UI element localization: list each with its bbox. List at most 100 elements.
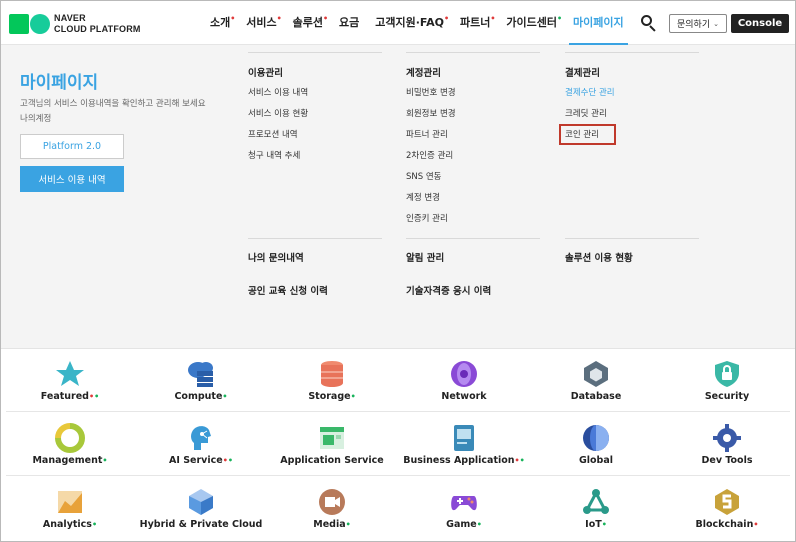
product-category-database[interactable]: Database: [530, 350, 662, 410]
payment-link-credit[interactable]: 크레딧 관리: [565, 107, 607, 119]
main-nav: 소개 • 서비스 • 솔루션 • 요금 고객지원·FAQ • 파트너 • 가이드센터 • 마이페이지: [202, 1, 632, 45]
product-category-label: AI Service••: [169, 455, 233, 466]
product-category-storage[interactable]: Storage•: [266, 350, 398, 410]
product-category-dev-tools[interactable]: Dev Tools: [661, 414, 793, 474]
product-category-ai-service[interactable]: AI Service••: [135, 414, 267, 474]
search-icon[interactable]: [641, 15, 657, 32]
naver-cloud-logo[interactable]: NAVER CLOUD PLATFORM: [9, 13, 141, 35]
browser-frame: NAVER CLOUD PLATFORM 소개 • 서비스 • 솔루션 • 요금 고객지원·FA…: [0, 0, 796, 542]
nav-item-3[interactable]: 요금: [331, 1, 367, 45]
badge-dot-icon: •: [519, 456, 525, 465]
product-category-label: Business Application••: [403, 455, 525, 466]
account-link-change-account[interactable]: 계정 변경: [406, 191, 440, 203]
mypage-mega-menu: 마이페이지 고객님의 서비스 이용내역을 확인하고 관리해 보세요 나의계정 P…: [1, 45, 795, 349]
ai-head-icon: [186, 423, 216, 453]
network-icon: [449, 359, 479, 389]
nav-item-label: 요금: [339, 16, 360, 29]
inquiries-section: 나의 문의내역 공인 교육 신청 이력: [248, 238, 382, 298]
book-icon: [449, 423, 479, 453]
account-link-auth-key[interactable]: 인증키 관리: [406, 212, 448, 224]
payment-link-method[interactable]: 결제수단 관리: [565, 86, 615, 98]
product-category-label: Network: [441, 391, 487, 402]
account-link-partner[interactable]: 파트너 관리: [406, 128, 448, 140]
product-category-featured[interactable]: Featured••: [4, 350, 136, 410]
console-button[interactable]: Console: [731, 14, 789, 33]
product-category-media[interactable]: Media•: [266, 478, 398, 538]
inquiry-dropdown-button[interactable]: 문의하기 ⌄: [669, 14, 727, 33]
product-category-label: Storage•: [308, 391, 356, 402]
notification-section: 알림 관리 기술자격증 응시 이력: [406, 238, 540, 298]
usage-link-billing-trend[interactable]: 청구 내역 추세: [248, 149, 300, 161]
solution-section: 솔루션 이용 현황: [565, 238, 699, 298]
nav-item-label: 가이드센터: [506, 16, 558, 29]
gamepad-icon: [449, 487, 479, 517]
product-category-global[interactable]: Global: [530, 414, 662, 474]
product-category-security[interactable]: Security: [661, 350, 793, 410]
globe-icon: [581, 423, 611, 453]
education-history-link[interactable]: 공인 교육 신청 이력: [248, 283, 328, 297]
account-link-sns[interactable]: SNS 연동: [406, 170, 442, 182]
badge-dot-icon: •: [222, 392, 228, 401]
blockchain-icon: [712, 487, 742, 517]
service-history-button[interactable]: 서비스 이용 내역: [20, 166, 124, 192]
product-category-iot[interactable]: IoT•: [530, 478, 662, 538]
usage-link-service-status[interactable]: 서비스 이용 현황: [248, 107, 308, 119]
platform-version-button[interactable]: Platform 2.0: [20, 134, 124, 159]
notification-settings-link[interactable]: 알림 관리: [406, 250, 444, 264]
product-category-compute[interactable]: Compute•: [135, 350, 267, 410]
usage-link-service-history[interactable]: 서비스 이용 내역: [248, 86, 308, 98]
badge-dot-icon: •: [91, 520, 98, 529]
star-icon: [55, 359, 85, 389]
logo-mark-icon: [9, 14, 50, 34]
iot-icon: [581, 487, 611, 517]
nav-item-label: 고객지원·FAQ: [375, 16, 445, 29]
logo-text: NAVER CLOUD PLATFORM: [54, 13, 141, 34]
nav-item-6[interactable]: 가이드센터 •: [498, 1, 565, 45]
account-link-password[interactable]: 비밀번호 변경: [406, 86, 456, 98]
product-category-management[interactable]: Management•: [4, 414, 136, 474]
mypage-description: 고객님의 서비스 이용내역을 확인하고 관리해 보세요 나의계정: [20, 99, 206, 124]
nav-item-1[interactable]: 서비스 •: [238, 1, 284, 45]
media-icon: [317, 487, 347, 517]
product-category-label: Global: [578, 455, 614, 466]
product-category-label: Management•: [32, 455, 108, 466]
account-management-column: 계정관리 비밀번호 변경 회원정보 변경 파트너 관리 2차인증 관리 SNS …: [406, 52, 540, 242]
mypage-title: 마이페이지: [20, 73, 99, 93]
product-category-analytics[interactable]: Analytics•: [4, 478, 136, 538]
new-indicator-icon: •: [230, 14, 236, 23]
nav-item-4[interactable]: 고객지원·FAQ •: [367, 1, 452, 45]
database-icon: [581, 359, 611, 389]
analytics-icon: [55, 487, 85, 517]
nav-item-2[interactable]: 솔루션 •: [285, 1, 331, 45]
account-link-2fa[interactable]: 2차인증 관리: [406, 149, 453, 161]
nav-item-7[interactable]: 마이페이지: [565, 1, 632, 45]
badge-dot-icon: •: [102, 456, 108, 465]
nav-item-label: 솔루션: [292, 16, 323, 29]
gear-icon: [712, 423, 742, 453]
top-header: NAVER CLOUD PLATFORM 소개 • 서비스 • 솔루션 • 요금 고객지원·FA…: [1, 1, 795, 45]
nav-item-label: 파트너: [460, 16, 491, 29]
product-category-blockchain[interactable]: Blockchain•: [661, 478, 793, 538]
product-category-application-service[interactable]: Application Service: [266, 414, 398, 474]
my-inquiries-link[interactable]: 나의 문의내역: [248, 250, 304, 264]
product-category-game[interactable]: Game•: [398, 478, 530, 538]
product-category-grid: Featured•• Compute• Storage• Network Databas…: [1, 350, 795, 541]
product-category-label: Featured••: [40, 391, 100, 402]
account-link-member-info[interactable]: 회원정보 변경: [406, 107, 456, 119]
lock-shield-icon: [712, 359, 742, 389]
product-category-hybrid-private-cloud[interactable]: Hybrid & Private Cloud: [135, 478, 267, 538]
new-indicator-icon: •: [276, 14, 282, 23]
solution-usage-link[interactable]: 솔루션 이용 현황: [565, 250, 633, 264]
nav-item-5[interactable]: 파트너 •: [452, 1, 498, 45]
payment-management-column: 결제관리 결제수단 관리 크레딧 관리 코인 관리: [565, 52, 699, 242]
usage-link-promotion[interactable]: 프로모션 내역: [248, 128, 298, 140]
certification-history-link[interactable]: 기술자격증 응시 이력: [406, 283, 491, 297]
badge-dot-icon: •: [345, 520, 351, 529]
inquiry-label: 문의하기: [677, 20, 711, 30]
nav-item-0[interactable]: 소개 •: [202, 1, 238, 45]
payment-method-highlight: [559, 124, 616, 145]
badge-dot-icon: •: [601, 520, 607, 529]
product-category-network[interactable]: Network: [398, 350, 530, 410]
product-category-label: Hybrid & Private Cloud: [139, 519, 263, 530]
product-category-business-application[interactable]: Business Application••: [398, 414, 530, 474]
